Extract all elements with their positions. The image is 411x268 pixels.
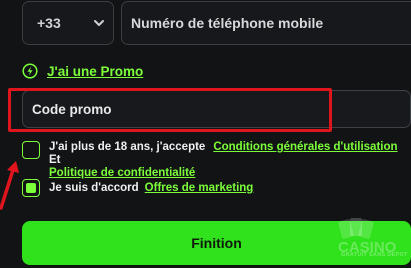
phone-number-input[interactable] (121, 1, 411, 45)
marketing-checkbox[interactable] (22, 179, 40, 197)
conditions-link[interactable]: Conditions générales d'utilisation (213, 141, 397, 153)
checkbox-checked-mark (26, 183, 36, 193)
country-code-select[interactable]: +33 (22, 1, 114, 45)
promo-toggle[interactable]: J'ai une Promo (22, 62, 143, 80)
privacy-link[interactable]: Politique de confidentialité (49, 167, 195, 179)
signup-form: +33 J'ai une Promo J'ai plus de 18 ans, … (0, 0, 411, 268)
red-arrow-annotation (0, 161, 19, 210)
marketing-text: Je suis d'accord Offres de marketing (49, 182, 253, 194)
promo-code-input[interactable] (22, 90, 411, 128)
finish-button[interactable]: Finition (22, 221, 411, 265)
promo-bolt-icon (22, 63, 38, 79)
terms-checkbox[interactable] (22, 141, 40, 159)
terms-and: Et (49, 154, 61, 166)
country-code-value: +33 (37, 15, 61, 31)
marketing-consent-row: Je suis d'accord Offres de marketing (22, 179, 253, 197)
promo-link[interactable]: J'ai une Promo (47, 64, 143, 79)
terms-label: J'ai plus de 18 ans, j'accepte (49, 141, 206, 153)
chevron-down-icon (94, 20, 104, 26)
marketing-offers-link[interactable]: Offres de marketing (145, 182, 254, 194)
marketing-label: Je suis d'accord (49, 182, 139, 194)
terms-text: J'ai plus de 18 ans, j'accepte Conditions… (49, 141, 411, 180)
